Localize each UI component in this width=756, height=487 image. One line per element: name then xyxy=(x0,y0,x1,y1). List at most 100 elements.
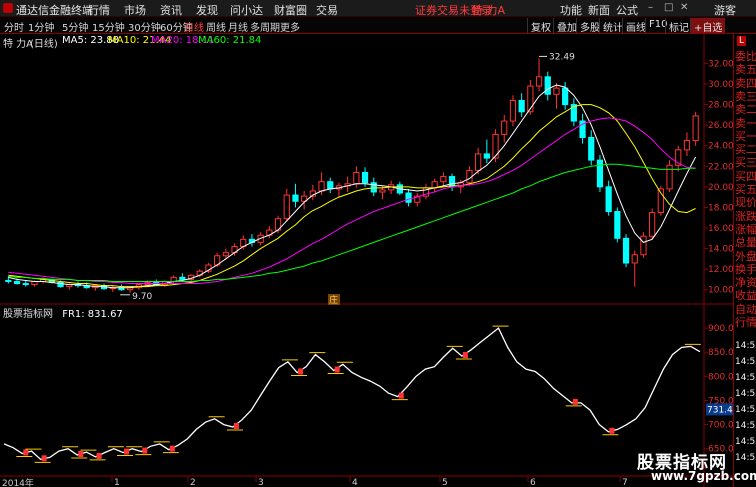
app-title: 通达信金融终端 xyxy=(16,4,93,17)
indicator-tick-label: 800.0 xyxy=(708,372,733,382)
guest-label[interactable]: 游客 xyxy=(714,2,736,18)
moving-averages xyxy=(8,84,697,289)
price-tick-label: 16.00 xyxy=(708,224,733,234)
menu-market[interactable]: 市场 xyxy=(124,2,146,18)
candle-body xyxy=(361,171,369,184)
tab-5min[interactable]: 5分钟 xyxy=(62,19,88,34)
sidebar-label: 外盘 xyxy=(735,249,756,263)
ma60-line xyxy=(8,163,696,282)
candle-body xyxy=(622,237,630,264)
tab-30min[interactable]: 30分钟 xyxy=(128,19,161,34)
indicator-panel: 731.45 xyxy=(3,325,733,463)
tab-multi-period[interactable]: 多周期 xyxy=(250,19,280,34)
sidebar-time: 14:55 xyxy=(735,341,756,351)
maximize-icon[interactable]: □ xyxy=(664,3,674,13)
sidebar-label: 自动 xyxy=(735,302,756,316)
sidebar-label: 涨幅 xyxy=(735,222,756,236)
adjust-button[interactable]: 复权 xyxy=(527,18,554,34)
candle-body xyxy=(596,159,604,188)
sidebar-time: 14:55 xyxy=(735,405,756,415)
tab-15min[interactable]: 15分钟 xyxy=(92,19,125,34)
candle-body xyxy=(544,76,551,95)
price-tick-label: 26.00 xyxy=(708,121,733,131)
candle-body xyxy=(475,153,482,171)
menu-news[interactable]: 资讯 xyxy=(160,2,182,18)
signal-mark xyxy=(78,450,84,457)
menu-trade[interactable]: 交易 xyxy=(316,2,338,18)
indicator-tick-label: 750.0 xyxy=(708,396,733,406)
menu-formula[interactable]: 公式 xyxy=(616,2,638,18)
sidebar-label: 行情 xyxy=(735,316,756,329)
candle-body xyxy=(605,186,612,213)
value-tag-label: 731.45 xyxy=(707,405,733,415)
candle-body xyxy=(179,276,186,280)
signal-mark xyxy=(169,445,175,452)
candle-body xyxy=(631,254,638,264)
kline-chart[interactable]: 32.499.70庄 731.45 32.0030.0028.0026.0024… xyxy=(0,34,733,487)
sidebar-label: 委比 xyxy=(735,50,756,63)
signal-mark xyxy=(23,449,29,456)
date-tick-label: 3 xyxy=(258,478,264,487)
tab-1min[interactable]: 1分钟 xyxy=(28,19,54,34)
sidebar-label: 买五 xyxy=(735,183,756,196)
tab-daily[interactable]: 日线 xyxy=(184,19,204,34)
indicator-tick-label: 850.0 xyxy=(708,348,733,358)
candle-body xyxy=(683,140,691,151)
candle-body xyxy=(22,283,29,286)
price-tick-label: 32.00 xyxy=(708,59,733,69)
sidebar-label: 卖五 xyxy=(735,63,756,77)
candle-body xyxy=(518,99,525,113)
close-icon[interactable]: ✕ xyxy=(680,3,690,13)
tab-more[interactable]: 更多 xyxy=(280,19,300,34)
low-price-label: 9.70 xyxy=(132,292,152,302)
indicator-tick-label: 700.0 xyxy=(708,421,733,431)
sidebar-label: 现价 xyxy=(735,196,756,210)
indicator-tick-label: 900.0 xyxy=(708,324,733,334)
sidebar-time: 14:55 xyxy=(735,421,756,431)
sidebar-label: 买二 xyxy=(735,143,756,157)
menu-ask[interactable]: 问小达 xyxy=(230,2,263,18)
sidebar-badge[interactable]: L xyxy=(737,36,747,46)
candle-body xyxy=(379,189,386,193)
candle-body xyxy=(5,279,12,282)
sidebar-label: 换手 xyxy=(735,262,756,276)
price-tick-label: 20.00 xyxy=(708,183,733,193)
price-tick-label: 18.00 xyxy=(708,203,733,213)
signal-mark xyxy=(233,422,239,429)
candlesticks xyxy=(5,58,699,293)
mark-button[interactable]: 标记 xyxy=(665,18,692,34)
period-toolbar: 分时 1分钟 5分钟 15分钟 30分钟 60分钟 日线 周线 月线 多周期 更… xyxy=(0,17,756,34)
candle-body xyxy=(405,192,412,203)
candle-body xyxy=(562,87,569,106)
candle-body xyxy=(483,153,490,159)
price-tick-label: 12.00 xyxy=(708,265,733,275)
sidebar-label: 买三 xyxy=(735,156,756,170)
candle-body xyxy=(283,194,290,220)
quote-sidebar: L 委比 卖五 卖四 卖三 卖二 卖一 买一 买二 买三 买四 买五 现价 涨跌 涨幅 总量 外盘 换手 净资 收益… xyxy=(733,34,756,487)
sidebar-time: 14:55 xyxy=(735,389,756,399)
tab-weekly[interactable]: 周线 xyxy=(206,19,226,34)
menu-quotes[interactable]: 行情 xyxy=(88,2,110,18)
menu-functions[interactable]: 功能 xyxy=(560,2,582,18)
signal-mark xyxy=(398,392,404,399)
menu-bar: 通达信金融终端 行情 市场 资讯 发现 问小达 财富圈 交易 证券交易未登录 特… xyxy=(0,0,756,17)
minimize-icon[interactable]: – xyxy=(648,3,658,13)
menu-new-face[interactable]: 新面 xyxy=(588,2,610,18)
sidebar-label: 总量 xyxy=(735,236,756,250)
price-tick-label: 28.00 xyxy=(708,101,733,111)
price-tick-label: 22.00 xyxy=(708,162,733,172)
candle-body xyxy=(666,164,673,190)
candle-body xyxy=(692,115,699,142)
add-watchlist-button[interactable]: +自选 xyxy=(690,18,726,34)
indicator-info: 股票指标网 FR1: 831.67 xyxy=(3,305,123,320)
candle-body xyxy=(353,171,360,185)
sidebar-label: 买一 xyxy=(735,129,756,143)
tab-monthly[interactable]: 月线 xyxy=(228,19,248,34)
menu-wealth[interactable]: 财富圈 xyxy=(274,2,307,18)
menu-discover[interactable]: 发现 xyxy=(196,2,218,18)
ma5-line xyxy=(8,84,697,289)
candle-body xyxy=(501,120,508,135)
sidebar-time: 14:55 xyxy=(735,373,756,383)
tab-intraday[interactable]: 分时 xyxy=(4,19,24,34)
sidebar-label: 卖三 xyxy=(735,89,756,103)
